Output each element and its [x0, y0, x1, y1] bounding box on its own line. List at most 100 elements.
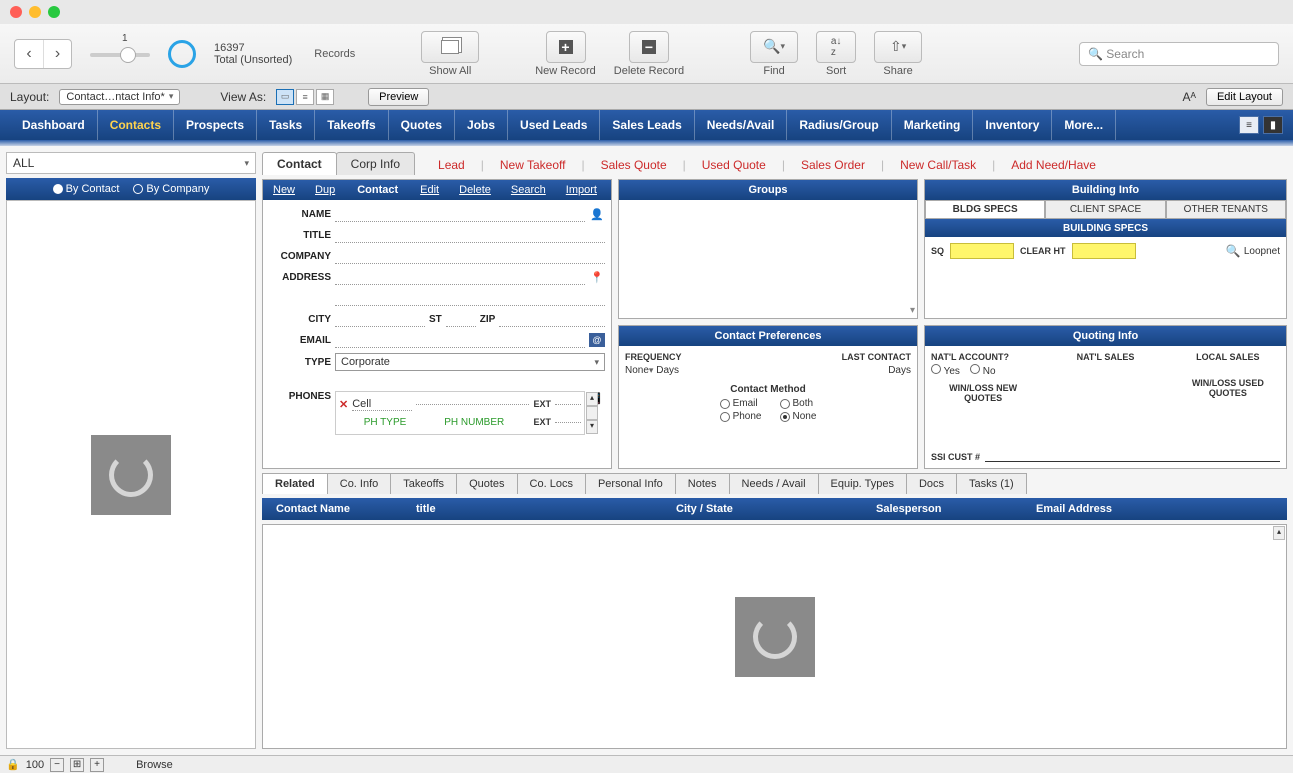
delete-record-button[interactable]: −	[629, 31, 669, 63]
mode-label[interactable]: Browse	[136, 759, 173, 771]
natl-yes-radio[interactable]: Yes	[931, 364, 960, 377]
link-add-need-have[interactable]: Add Need/Have	[1011, 158, 1096, 172]
link-new-call-task[interactable]: New Call/Task	[900, 158, 976, 172]
type-dropdown[interactable]: Corporate▾	[335, 353, 605, 371]
close-window-icon[interactable]	[10, 6, 22, 18]
rtab-docs[interactable]: Docs	[906, 473, 957, 494]
nav-inventory[interactable]: Inventory	[973, 110, 1052, 140]
rtab-equip[interactable]: Equip. Types	[818, 473, 907, 494]
find-button[interactable]: 🔍 ▾	[750, 31, 798, 63]
link-new-takeoff[interactable]: New Takeoff	[500, 158, 566, 172]
rtab-takeoffs[interactable]: Takeoffs	[390, 473, 457, 494]
lock-icon[interactable]: 🔒	[6, 758, 20, 771]
contact-new-action[interactable]: New	[263, 184, 305, 196]
rtab-quotes[interactable]: Quotes	[456, 473, 517, 494]
rtab-coinfo[interactable]: Co. Info	[327, 473, 392, 494]
name-field[interactable]	[335, 206, 585, 222]
sidebar-filter-dropdown[interactable]: ALL▾	[6, 152, 256, 174]
minimize-window-icon[interactable]	[29, 6, 41, 18]
contact-import-action[interactable]: Import	[556, 184, 607, 196]
maximize-window-icon[interactable]	[48, 6, 60, 18]
st-field[interactable]	[446, 311, 476, 327]
title-field[interactable]	[335, 227, 605, 243]
view-form-icon[interactable]: ▭	[276, 89, 294, 105]
view-compact-icon[interactable]: ≡	[1239, 116, 1259, 134]
share-button[interactable]: ⇧ ▾	[874, 31, 922, 63]
rtab-colocs[interactable]: Co. Locs	[517, 473, 586, 494]
view-list-icon[interactable]: ≡	[296, 89, 314, 105]
nav-needs-avail[interactable]: Needs/Avail	[695, 110, 788, 140]
nav-dashboard[interactable]: Dashboard	[10, 110, 98, 140]
rtab-tasks[interactable]: Tasks (1)	[956, 473, 1027, 494]
text-format-icon[interactable]: Aᴬ	[1183, 90, 1196, 104]
zoom-value[interactable]: 100	[26, 759, 44, 771]
zip-field[interactable]	[499, 311, 605, 327]
nav-more[interactable]: More...	[1052, 110, 1116, 140]
prev-record-button[interactable]: ‹	[15, 40, 43, 68]
nav-tasks[interactable]: Tasks	[257, 110, 315, 140]
link-sales-quote[interactable]: Sales Quote	[601, 158, 667, 172]
zoom-out-button[interactable]: −	[50, 758, 64, 772]
new-record-button[interactable]: +	[546, 31, 586, 63]
zoom-in-button[interactable]: +	[90, 758, 104, 772]
nav-sales-leads[interactable]: Sales Leads	[600, 110, 694, 140]
preview-button[interactable]: Preview	[368, 88, 429, 106]
rtab-related[interactable]: Related	[262, 473, 328, 494]
phone-number-field[interactable]	[416, 404, 529, 405]
rtab-personal[interactable]: Personal Info	[585, 473, 676, 494]
email-icon[interactable]: @	[589, 333, 605, 347]
phone-delete-icon[interactable]: ✕	[339, 398, 348, 411]
email-field[interactable]	[335, 332, 585, 348]
rtab-needs[interactable]: Needs / Avail	[729, 473, 819, 494]
nav-quotes[interactable]: Quotes	[389, 110, 455, 140]
link-used-quote[interactable]: Used Quote	[702, 158, 766, 172]
nav-jobs[interactable]: Jobs	[455, 110, 508, 140]
view-table-icon[interactable]: ▦	[316, 89, 334, 105]
tab-contact[interactable]: Contact	[262, 152, 337, 175]
contact-delete-action[interactable]: Delete	[449, 184, 501, 196]
phone-type-value[interactable]: Cell	[352, 398, 412, 411]
nav-prospects[interactable]: Prospects	[174, 110, 257, 140]
show-all-button[interactable]	[421, 31, 479, 63]
bldg-tab-tenants[interactable]: OTHER TENANTS	[1166, 200, 1286, 219]
city-field[interactable]	[335, 311, 425, 327]
frequency-value[interactable]: None▾ Days	[625, 365, 679, 376]
company-field[interactable]	[335, 248, 605, 264]
cm-phone-radio[interactable]: Phone	[720, 411, 762, 422]
sq-field[interactable]	[950, 243, 1014, 259]
tab-corpinfo[interactable]: Corp Info	[336, 152, 415, 175]
nav-contacts[interactable]: Contacts	[98, 110, 174, 140]
contact-search-action[interactable]: Search	[501, 184, 556, 196]
address-field[interactable]	[335, 269, 585, 285]
phone-scroll-down[interactable]: ▾	[586, 420, 598, 434]
map-pin-icon[interactable]: 📍	[589, 270, 605, 284]
rtab-notes[interactable]: Notes	[675, 473, 730, 494]
groups-expand-icon[interactable]: ▾	[910, 305, 915, 316]
natl-no-radio[interactable]: No	[970, 364, 996, 377]
nav-takeoffs[interactable]: Takeoffs	[315, 110, 388, 140]
address2-field[interactable]	[335, 290, 605, 306]
cm-email-radio[interactable]: Email	[720, 398, 762, 409]
ext-field[interactable]	[555, 404, 581, 405]
zoom-fit-button[interactable]: ⊞	[70, 758, 84, 772]
link-sales-order[interactable]: Sales Order	[801, 158, 865, 172]
loopnet-link[interactable]: 🔍Loopnet	[1226, 244, 1280, 258]
phone-scroll-up[interactable]: ▴	[586, 392, 598, 406]
sort-button[interactable]: a↓z	[816, 31, 856, 63]
edit-layout-button[interactable]: Edit Layout	[1206, 88, 1283, 106]
cm-both-radio[interactable]: Both	[780, 398, 817, 409]
nav-radius-group[interactable]: Radius/Group	[787, 110, 891, 140]
ssi-field[interactable]	[985, 448, 1280, 462]
bldg-tab-client[interactable]: CLIENT SPACE	[1045, 200, 1165, 219]
cm-none-radio[interactable]: None	[780, 411, 817, 422]
by-company-radio[interactable]: By Company	[133, 183, 209, 195]
next-record-button[interactable]: ›	[43, 40, 71, 68]
contact-edit-action[interactable]: Edit	[410, 184, 449, 196]
by-contact-radio[interactable]: By Contact	[53, 183, 120, 195]
contact-dup-action[interactable]: Dup	[305, 184, 345, 196]
clearht-field[interactable]	[1072, 243, 1136, 259]
groups-body[interactable]: ▾	[619, 200, 917, 318]
view-detail-icon[interactable]: ▮	[1263, 116, 1283, 134]
nav-marketing[interactable]: Marketing	[892, 110, 974, 140]
nav-used-leads[interactable]: Used Leads	[508, 110, 600, 140]
